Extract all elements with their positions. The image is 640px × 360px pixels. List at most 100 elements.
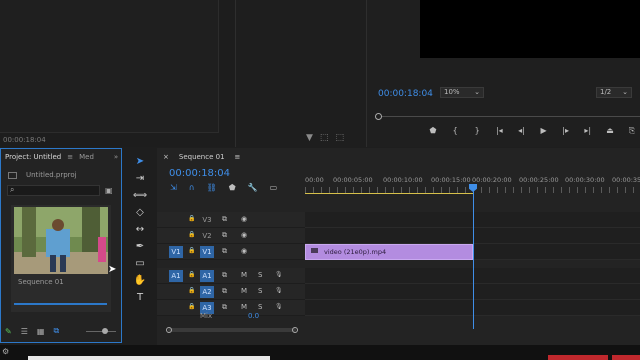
timeline-scrollbar[interactable] <box>168 328 296 332</box>
microphone-icon[interactable]: 🎙 <box>275 303 283 310</box>
sync-lock-icon[interactable]: ⧉ <box>222 247 227 256</box>
captions-icon[interactable]: ▭ <box>270 183 278 192</box>
razor-icon[interactable]: ◇ <box>136 206 144 220</box>
tab-media[interactable]: Med <box>79 153 94 161</box>
selection-tool-icon[interactable]: ➤ <box>136 155 144 169</box>
playhead-line[interactable] <box>473 184 474 329</box>
scroll-handle-right[interactable] <box>292 327 298 333</box>
filter-icon[interactable]: ▼ <box>306 133 313 143</box>
chevron-down-icon: ⌄ <box>622 88 628 96</box>
track-select-icon[interactable]: ⇥ <box>136 172 144 186</box>
add-marker-icon[interactable]: ⬟ <box>229 183 236 192</box>
sync-lock-icon[interactable]: ⧉ <box>222 215 227 224</box>
source-viewport[interactable] <box>0 0 219 133</box>
hand-icon[interactable]: ✋ <box>134 274 146 288</box>
eye-icon[interactable]: ◉ <box>241 215 247 223</box>
menu-icon[interactable]: ≡ <box>67 153 73 161</box>
playhead-handle[interactable] <box>375 113 382 120</box>
zoom-select[interactable]: 10% ⌄ <box>440 87 484 98</box>
new-bin-icon[interactable]: ▣ <box>105 186 113 195</box>
icon-view-icon[interactable]: ▦ <box>37 327 45 336</box>
track-header: A1 🔒 A1 ⧉ M S 🎙 <box>157 268 305 284</box>
pen-icon[interactable]: ✒ <box>136 240 144 254</box>
resolution-select[interactable]: 1/2 ⌄ <box>596 87 632 98</box>
lock-icon[interactable]: 🔒 <box>188 303 195 310</box>
wrench-icon[interactable]: 🔧 <box>248 183 258 192</box>
mix-value[interactable]: 0.0 <box>248 312 259 320</box>
marker-icon[interactable]: ⬟ <box>425 126 441 136</box>
track-header: V1 🔒 V1 ⧉ ◉ <box>157 244 305 260</box>
sync-lock-icon[interactable]: ⧉ <box>222 287 227 296</box>
tab-sequence[interactable]: Sequence 01 <box>179 153 225 161</box>
insert-icon[interactable]: ⬚ <box>320 133 329 143</box>
track-name[interactable]: A2 <box>200 286 214 298</box>
timeline-timecode[interactable]: 00:00:18:04 <box>169 168 230 179</box>
extract-icon[interactable]: ⎘ <box>624 126 640 136</box>
scroll-handle-left[interactable] <box>166 327 172 333</box>
solo-button[interactable]: S <box>258 303 262 311</box>
clip-label: video (21e0p).mp4 <box>324 248 387 256</box>
sync-lock-icon[interactable]: ⧉ <box>222 303 227 312</box>
track-name[interactable]: A1 <box>200 270 214 282</box>
record-strip-2 <box>612 355 640 360</box>
snap-icon[interactable]: ∩ <box>189 183 195 192</box>
slip-icon[interactable]: ↔ <box>136 223 144 237</box>
eye-icon[interactable]: ◉ <box>241 231 247 239</box>
sync-lock-icon[interactable]: ⧉ <box>222 271 227 280</box>
freeform-view-icon[interactable]: ⧉ <box>53 326 59 336</box>
lock-icon[interactable]: 🔒 <box>188 231 195 238</box>
track-name[interactable]: V3 <box>200 214 214 226</box>
sequence-thumbnail[interactable] <box>14 207 108 274</box>
step-back-icon[interactable]: ◂| <box>513 126 529 136</box>
go-to-out-icon[interactable]: ▸| <box>580 126 596 136</box>
mark-out-icon[interactable]: } <box>469 126 485 136</box>
program-scrubber[interactable] <box>373 110 640 122</box>
ruler-label: 00:00:05:00 <box>333 176 373 184</box>
menu-icon[interactable]: ≡ <box>235 153 241 161</box>
track-name[interactable]: V1 <box>200 246 214 258</box>
sync-lock-icon[interactable]: ⧉ <box>222 231 227 240</box>
lock-icon[interactable]: 🔒 <box>188 215 195 222</box>
nest-icon[interactable]: ⇲ <box>170 183 177 192</box>
source-timecode[interactable]: 00:00:18:04 <box>3 136 46 144</box>
program-video-frame <box>420 0 640 58</box>
linked-selection-icon[interactable]: ⛓ <box>207 183 217 192</box>
ruler-label: 00:00:10:00 <box>383 176 423 184</box>
program-timecode[interactable]: 00:00:18:04 <box>378 89 433 99</box>
mute-button[interactable]: M <box>241 271 247 279</box>
mute-button[interactable]: M <box>241 303 247 311</box>
lock-icon[interactable]: 🔒 <box>188 287 195 294</box>
list-view-icon[interactable]: ☰ <box>21 327 28 336</box>
eye-icon[interactable]: ◉ <box>241 247 247 255</box>
step-forward-icon[interactable]: |▸ <box>558 126 574 136</box>
microphone-icon[interactable]: 🎙 <box>275 287 283 294</box>
close-icon[interactable]: × <box>163 153 169 161</box>
go-to-in-icon[interactable]: |◂ <box>491 126 507 136</box>
solo-button[interactable]: S <box>258 287 262 295</box>
search-input[interactable] <box>7 185 100 196</box>
ruler-label: 00:00:30:00 <box>565 176 605 184</box>
ripple-edit-icon[interactable]: ⟺ <box>133 189 147 203</box>
zoom-slider-handle[interactable] <box>102 328 108 334</box>
ruler-label: 00:00:15:00 <box>431 176 471 184</box>
solo-button[interactable]: S <box>258 271 262 279</box>
lift-icon[interactable]: ⏏ <box>602 126 618 136</box>
mark-in-icon[interactable]: { <box>447 126 463 136</box>
overflow-icon[interactable]: » <box>114 153 118 161</box>
tab-project[interactable]: Project: Untitled <box>5 153 61 161</box>
lock-icon[interactable]: 🔒 <box>188 247 195 254</box>
microphone-icon[interactable]: 🎙 <box>275 271 283 278</box>
work-area-bar[interactable] <box>305 193 473 194</box>
source-patch[interactable]: V1 <box>169 246 183 258</box>
source-patch[interactable]: A1 <box>169 270 183 282</box>
lock-icon[interactable]: 🔒 <box>188 271 195 278</box>
play-icon[interactable]: ▶ <box>536 126 552 136</box>
type-icon[interactable]: T <box>137 291 143 305</box>
pencil-icon[interactable]: ✎ <box>5 327 12 336</box>
track-name[interactable]: V2 <box>200 230 214 242</box>
mute-button[interactable]: M <box>241 287 247 295</box>
zoom-slider[interactable] <box>86 331 116 332</box>
settings-icon[interactable]: ⚙ <box>2 347 9 356</box>
rectangle-icon[interactable]: ▭ <box>135 257 144 271</box>
overwrite-icon[interactable]: ⬚ <box>335 133 344 143</box>
